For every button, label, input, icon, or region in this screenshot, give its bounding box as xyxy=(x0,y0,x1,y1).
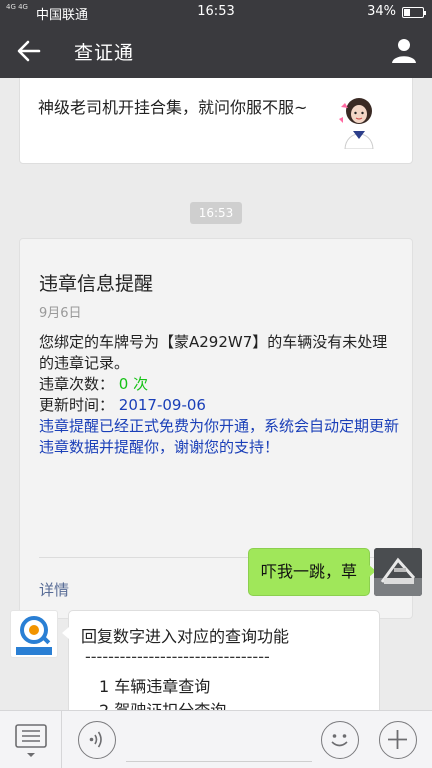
article-card-title: 神级老司机开挂合集，就问你服不服~ xyxy=(38,98,308,117)
menu-option-1: 1 车辆违章查询 xyxy=(99,677,211,696)
violation-count-value: 0 次 xyxy=(118,375,149,393)
menu-intro: 回复数字进入对应的查询功能 xyxy=(81,627,290,646)
plate-info: 您绑定的车牌号为【蒙A292W7】的车辆没有未处理的违章记录。 xyxy=(39,333,388,372)
menu-list-icon[interactable] xyxy=(0,711,62,768)
chat-title: 查证通 xyxy=(74,42,135,64)
outgoing-message: 吓我一跳，草 xyxy=(0,548,432,596)
notice-message: 违章提醒已经正式免费为你开通，系统会自动定期更新违章数据并提醒你，谢谢您的支持！ xyxy=(39,417,400,456)
battery-icon xyxy=(402,7,426,18)
menu-option-2: 2 驾驶证扣分查询 xyxy=(99,697,226,710)
notice-date: 9月6日 xyxy=(39,306,82,321)
back-arrow-icon[interactable] xyxy=(14,36,44,66)
battery-fill xyxy=(404,9,410,16)
chat-area[interactable]: 神级老司机开挂合集，就问你服不服~ 16:53 违章信息提醒 9月6日 您绑定的… xyxy=(0,78,432,710)
update-time-label: 更新时间： xyxy=(39,396,115,414)
notice-title: 违章信息提醒 xyxy=(39,273,154,295)
article-thumbnail xyxy=(336,93,382,149)
emoji-icon[interactable] xyxy=(321,721,359,759)
input-bar xyxy=(0,710,432,768)
article-card[interactable]: 神级老司机开挂合集，就问你服不服~ xyxy=(19,78,413,164)
voice-icon[interactable] xyxy=(78,721,116,759)
battery-percent: 34% xyxy=(367,4,396,19)
nav-bar: 查证通 xyxy=(0,24,432,78)
update-time-value: 2017-09-06 xyxy=(118,396,206,414)
my-avatar[interactable] xyxy=(374,548,422,596)
message-input[interactable] xyxy=(126,761,312,762)
status-bar: 4G 4G 中国联通 16:53 34% xyxy=(0,0,432,24)
violation-count-label: 违章次数： xyxy=(39,375,115,393)
incoming-bubble[interactable]: 回复数字进入对应的查询功能 --------------------------… xyxy=(62,610,380,710)
menu-separator: -------------------------------- xyxy=(85,647,270,666)
violation-count-row: 违章次数： 0 次 xyxy=(39,374,399,395)
person-icon[interactable] xyxy=(390,36,418,64)
update-time-row: 更新时间： 2017-09-06 xyxy=(39,395,399,416)
bot-avatar[interactable] xyxy=(10,610,58,658)
incoming-message: 回复数字进入对应的查询功能 --------------------------… xyxy=(0,610,432,710)
outgoing-bubble[interactable]: 吓我一跳，草 xyxy=(247,548,377,596)
time-divider: 16:53 xyxy=(190,202,242,224)
notice-body: 您绑定的车牌号为【蒙A292W7】的车辆没有未处理的违章记录。 违章次数： 0 … xyxy=(39,332,399,458)
plus-icon[interactable] xyxy=(379,721,417,759)
